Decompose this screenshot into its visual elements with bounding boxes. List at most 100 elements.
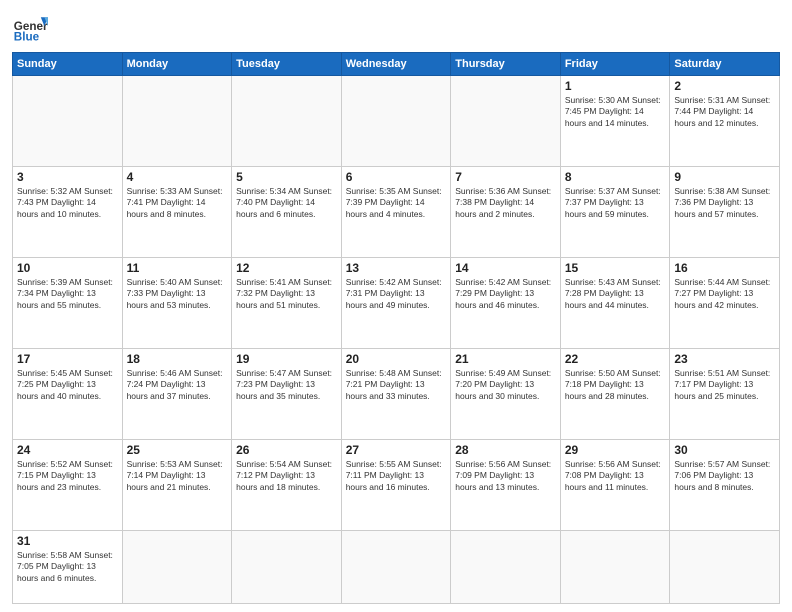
weekday-header-row: SundayMondayTuesdayWednesdayThursdayFrid… [13,53,780,76]
day-info: Sunrise: 5:49 AM Sunset: 7:20 PM Dayligh… [455,368,556,402]
day-number: 30 [674,443,775,457]
calendar-cell: 25 Sunrise: 5:53 AM Sunset: 7:14 PM Dayli… [122,439,232,530]
calendar-cell: 7Sunrise: 5:36 AM Sunset: 7:38 PM Daylig… [451,166,561,257]
day-number: 24 [17,443,118,457]
day-info: Sunrise: 5:44 AM Sunset: 7:27 PM Dayligh… [674,277,775,311]
day-number: 5 [236,170,337,184]
calendar: SundayMondayTuesdayWednesdayThursdayFrid… [12,52,780,604]
calendar-cell: 19 Sunrise: 5:47 AM Sunset: 7:23 PM Dayli… [232,348,342,439]
day-info: Sunrise: 5:48 AM Sunset: 7:21 PM Dayligh… [346,368,447,402]
day-info: Sunrise: 5:40 AM Sunset: 7:33 PM Dayligh… [127,277,228,311]
day-info: Sunrise: 5:50 AM Sunset: 7:18 PM Dayligh… [565,368,666,402]
weekday-monday: Monday [122,53,232,76]
day-number: 19 [236,352,337,366]
day-number: 1 [565,79,666,93]
logo-icon: General Blue [12,10,48,46]
day-info: Sunrise: 5:33 AM Sunset: 7:41 PM Dayligh… [127,186,228,220]
day-number: 27 [346,443,447,457]
day-info: Sunrise: 5:39 AM Sunset: 7:34 PM Dayligh… [17,277,118,311]
day-info: Sunrise: 5:56 AM Sunset: 7:09 PM Dayligh… [455,459,556,493]
weekday-saturday: Saturday [670,53,780,76]
day-number: 12 [236,261,337,275]
day-info: Sunrise: 5:37 AM Sunset: 7:37 PM Dayligh… [565,186,666,220]
calendar-cell: 24 Sunrise: 5:52 AM Sunset: 7:15 PM Dayli… [13,439,123,530]
day-number: 3 [17,170,118,184]
day-info: Sunrise: 5:51 AM Sunset: 7:17 PM Dayligh… [674,368,775,402]
week-row-4: 17Sunrise: 5:45 AM Sunset: 7:25 PM Dayli… [13,348,780,439]
week-row-5: 24 Sunrise: 5:52 AM Sunset: 7:15 PM Dayli… [13,439,780,530]
calendar-cell: 21 Sunrise: 5:49 AM Sunset: 7:20 PM Dayli… [451,348,561,439]
calendar-cell [451,530,561,603]
day-number: 20 [346,352,447,366]
day-info: Sunrise: 5:56 AM Sunset: 7:08 PM Dayligh… [565,459,666,493]
day-info: Sunrise: 5:35 AM Sunset: 7:39 PM Dayligh… [346,186,447,220]
day-number: 15 [565,261,666,275]
calendar-cell: 29 Sunrise: 5:56 AM Sunset: 7:08 PM Dayli… [560,439,670,530]
calendar-cell: 13Sunrise: 5:42 AM Sunset: 7:31 PM Dayli… [341,257,451,348]
day-number: 13 [346,261,447,275]
calendar-cell: 4Sunrise: 5:33 AM Sunset: 7:41 PM Daylig… [122,166,232,257]
day-number: 2 [674,79,775,93]
week-row-3: 10 Sunrise: 5:39 AM Sunset: 7:34 PM Dayli… [13,257,780,348]
calendar-cell [341,530,451,603]
logo: General Blue [12,10,48,46]
calendar-cell: 17Sunrise: 5:45 AM Sunset: 7:25 PM Dayli… [13,348,123,439]
day-number: 6 [346,170,447,184]
calendar-cell: 3Sunrise: 5:32 AM Sunset: 7:43 PM Daylig… [13,166,123,257]
day-number: 22 [565,352,666,366]
calendar-cell: 22 Sunrise: 5:50 AM Sunset: 7:18 PM Dayli… [560,348,670,439]
week-row-6: 31 Sunrise: 5:58 AM Sunset: 7:05 PM Dayli… [13,530,780,603]
day-info: Sunrise: 5:55 AM Sunset: 7:11 PM Dayligh… [346,459,447,493]
day-number: 14 [455,261,556,275]
calendar-cell [451,76,561,167]
day-number: 16 [674,261,775,275]
calendar-cell: 1Sunrise: 5:30 AM Sunset: 7:45 PM Daylig… [560,76,670,167]
day-info: Sunrise: 5:31 AM Sunset: 7:44 PM Dayligh… [674,95,775,129]
calendar-body: 1Sunrise: 5:30 AM Sunset: 7:45 PM Daylig… [13,76,780,604]
day-info: Sunrise: 5:34 AM Sunset: 7:40 PM Dayligh… [236,186,337,220]
day-number: 23 [674,352,775,366]
calendar-cell [560,530,670,603]
week-row-1: 1Sunrise: 5:30 AM Sunset: 7:45 PM Daylig… [13,76,780,167]
calendar-cell [122,76,232,167]
day-info: Sunrise: 5:52 AM Sunset: 7:15 PM Dayligh… [17,459,118,493]
svg-text:Blue: Blue [14,31,40,44]
calendar-cell: 5 Sunrise: 5:34 AM Sunset: 7:40 PM Daylig… [232,166,342,257]
calendar-cell: 16 Sunrise: 5:44 AM Sunset: 7:27 PM Dayli… [670,257,780,348]
day-info: Sunrise: 5:43 AM Sunset: 7:28 PM Dayligh… [565,277,666,311]
calendar-cell: 14Sunrise: 5:42 AM Sunset: 7:29 PM Dayli… [451,257,561,348]
day-info: Sunrise: 5:58 AM Sunset: 7:05 PM Dayligh… [17,550,118,584]
header: General Blue [12,10,780,46]
day-info: Sunrise: 5:45 AM Sunset: 7:25 PM Dayligh… [17,368,118,402]
day-number: 10 [17,261,118,275]
day-info: Sunrise: 5:53 AM Sunset: 7:14 PM Dayligh… [127,459,228,493]
calendar-cell: 31 Sunrise: 5:58 AM Sunset: 7:05 PM Dayli… [13,530,123,603]
day-info: Sunrise: 5:41 AM Sunset: 7:32 PM Dayligh… [236,277,337,311]
calendar-cell: 12 Sunrise: 5:41 AM Sunset: 7:32 PM Dayli… [232,257,342,348]
calendar-cell [13,76,123,167]
day-number: 25 [127,443,228,457]
day-number: 28 [455,443,556,457]
day-info: Sunrise: 5:38 AM Sunset: 7:36 PM Dayligh… [674,186,775,220]
day-number: 26 [236,443,337,457]
calendar-cell: 9 Sunrise: 5:38 AM Sunset: 7:36 PM Daylig… [670,166,780,257]
weekday-friday: Friday [560,53,670,76]
calendar-cell: 10 Sunrise: 5:39 AM Sunset: 7:34 PM Dayli… [13,257,123,348]
calendar-cell [122,530,232,603]
day-number: 9 [674,170,775,184]
day-info: Sunrise: 5:47 AM Sunset: 7:23 PM Dayligh… [236,368,337,402]
calendar-cell: 11Sunrise: 5:40 AM Sunset: 7:33 PM Dayli… [122,257,232,348]
day-number: 8 [565,170,666,184]
page: General Blue SundayMondayTuesdayWednesda… [0,0,792,612]
day-number: 31 [17,534,118,548]
weekday-wednesday: Wednesday [341,53,451,76]
day-info: Sunrise: 5:57 AM Sunset: 7:06 PM Dayligh… [674,459,775,493]
day-number: 21 [455,352,556,366]
weekday-thursday: Thursday [451,53,561,76]
day-number: 29 [565,443,666,457]
weekday-tuesday: Tuesday [232,53,342,76]
week-row-2: 3Sunrise: 5:32 AM Sunset: 7:43 PM Daylig… [13,166,780,257]
calendar-cell: 6 Sunrise: 5:35 AM Sunset: 7:39 PM Daylig… [341,166,451,257]
calendar-cell: 2 Sunrise: 5:31 AM Sunset: 7:44 PM Daylig… [670,76,780,167]
calendar-cell: 30 Sunrise: 5:57 AM Sunset: 7:06 PM Dayli… [670,439,780,530]
